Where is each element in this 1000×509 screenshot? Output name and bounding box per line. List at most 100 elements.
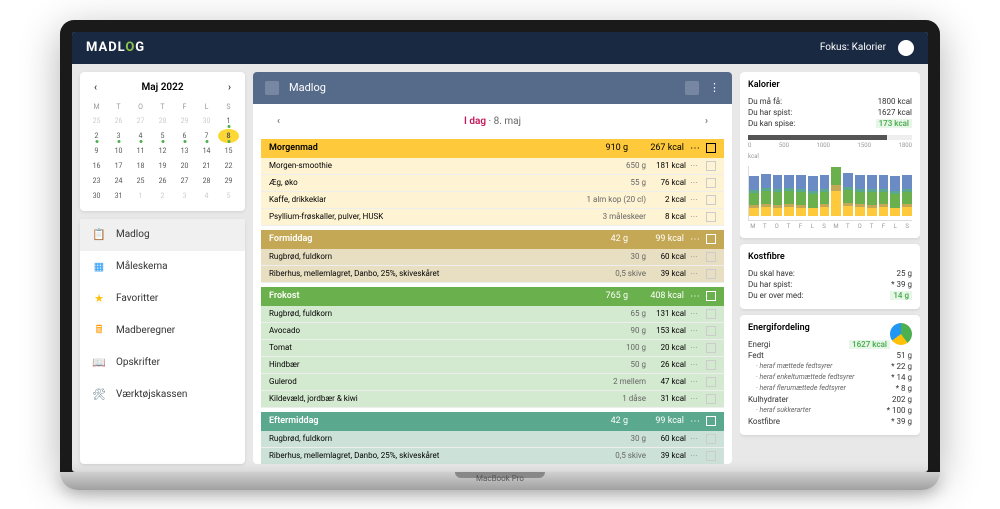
meal-header[interactable]: Eftermiddag42 g99 kcal⋯: [261, 412, 724, 431]
food-menu-icon[interactable]: ⋯: [686, 252, 702, 261]
cal-day[interactable]: 2: [86, 129, 107, 143]
cal-day[interactable]: 6: [174, 129, 195, 143]
meal-header[interactable]: Frokost765 g408 kcal⋯: [261, 287, 724, 306]
cal-day[interactable]: 17: [108, 159, 129, 173]
nav-item-favoritter[interactable]: ★Favoritter: [80, 283, 245, 315]
food-row[interactable]: Rugbrød, fuldkorn30 g60 kcal⋯: [261, 249, 724, 266]
meal-header[interactable]: Formiddag42 g99 kcal⋯: [261, 230, 724, 249]
cal-day[interactable]: 22: [218, 159, 239, 173]
meal-menu-icon[interactable]: ⋯: [690, 234, 700, 245]
cal-day[interactable]: 4: [130, 129, 151, 143]
cal-day[interactable]: 25: [130, 174, 151, 188]
food-menu-icon[interactable]: ⋯: [686, 451, 702, 460]
food-menu-icon[interactable]: ⋯: [686, 178, 702, 187]
food-row[interactable]: Avocado90 g153 kcal⋯: [261, 323, 724, 340]
cal-day[interactable]: 7: [196, 129, 217, 143]
cal-day[interactable]: 30: [196, 114, 217, 128]
cal-day[interactable]: 26: [108, 114, 129, 128]
date-next[interactable]: ›: [697, 112, 716, 131]
food-menu-icon[interactable]: ⋯: [686, 309, 702, 318]
cal-day[interactable]: 13: [174, 144, 195, 158]
food-row[interactable]: Æg, øko55 g76 kcal⋯: [261, 175, 724, 192]
cal-day[interactable]: 24: [108, 174, 129, 188]
cal-day[interactable]: 16: [86, 159, 107, 173]
food-checkbox[interactable]: [706, 178, 716, 188]
food-row[interactable]: Kaffe, drikkeklar1 alm kop (20 cl)2 kcal…: [261, 192, 724, 209]
food-row[interactable]: Kildevæld, jordbær & kiwi1 dåse31 kcal⋯: [261, 391, 724, 408]
cal-next[interactable]: ›: [224, 80, 235, 95]
meal-copy-icon[interactable]: [706, 143, 716, 153]
food-checkbox[interactable]: [706, 360, 716, 370]
cal-day[interactable]: 14: [196, 144, 217, 158]
food-checkbox[interactable]: [706, 161, 716, 171]
food-menu-icon[interactable]: ⋯: [686, 326, 702, 335]
food-row[interactable]: Hindbær50 g26 kcal⋯: [261, 357, 724, 374]
food-menu-icon[interactable]: ⋯: [686, 212, 702, 221]
cal-day[interactable]: 30: [86, 189, 107, 203]
meal-header[interactable]: Morgenmad910 g267 kcal⋯: [261, 139, 724, 158]
food-row[interactable]: Tomat100 g20 kcal⋯: [261, 340, 724, 357]
cal-day[interactable]: 1: [130, 189, 151, 203]
export-icon[interactable]: [685, 81, 699, 95]
food-row[interactable]: Psyllium-frøskaller, pulver, HUSK3 måles…: [261, 209, 724, 226]
cal-day[interactable]: 23: [86, 174, 107, 188]
cal-day[interactable]: 4: [196, 189, 217, 203]
cal-day[interactable]: 5: [152, 129, 173, 143]
food-menu-icon[interactable]: ⋯: [686, 394, 702, 403]
cal-day[interactable]: 20: [174, 159, 195, 173]
meal-menu-icon[interactable]: ⋯: [690, 143, 700, 154]
meal-copy-icon[interactable]: [706, 291, 716, 301]
food-checkbox[interactable]: [706, 451, 716, 461]
food-menu-icon[interactable]: ⋯: [686, 343, 702, 352]
food-checkbox[interactable]: [706, 252, 716, 262]
cal-day[interactable]: 29: [174, 114, 195, 128]
meal-menu-icon[interactable]: ⋯: [690, 291, 700, 302]
meal-menu-icon[interactable]: ⋯: [690, 416, 700, 427]
food-menu-icon[interactable]: ⋯: [686, 434, 702, 443]
food-row[interactable]: Morgen-smoothie650 g181 kcal⋯: [261, 158, 724, 175]
food-checkbox[interactable]: [706, 434, 716, 444]
food-menu-icon[interactable]: ⋯: [686, 360, 702, 369]
cal-day[interactable]: 28: [152, 114, 173, 128]
menu-icon[interactable]: ⋮: [709, 81, 720, 94]
food-checkbox[interactable]: [706, 326, 716, 336]
cal-day[interactable]: 9: [86, 144, 107, 158]
nav-item-måleskema[interactable]: ▦Måleskema: [80, 251, 245, 283]
food-row[interactable]: Rugbrød, fuldkorn65 g131 kcal⋯: [261, 306, 724, 323]
food-checkbox[interactable]: [706, 394, 716, 404]
cal-day[interactable]: 8: [218, 129, 239, 143]
food-checkbox[interactable]: [706, 195, 716, 205]
cal-day[interactable]: 25: [86, 114, 107, 128]
food-checkbox[interactable]: [706, 377, 716, 387]
date-prev[interactable]: ‹: [269, 112, 288, 131]
food-row[interactable]: Riberhus, mellemlagret, Danbo, 25%, skiv…: [261, 448, 724, 464]
user-icon[interactable]: [898, 40, 914, 56]
food-menu-icon[interactable]: ⋯: [686, 377, 702, 386]
meal-copy-icon[interactable]: [706, 234, 716, 244]
food-row[interactable]: Riberhus, mellemlagret, Danbo, 25%, skiv…: [261, 266, 724, 283]
cal-day[interactable]: 21: [196, 159, 217, 173]
nav-item-madberegner[interactable]: 🖩Madberegner: [80, 315, 245, 347]
cal-prev[interactable]: ‹: [90, 80, 101, 95]
meal-copy-icon[interactable]: [706, 416, 716, 426]
nav-item-værktøjskassen[interactable]: 🛠Værktøjskassen: [80, 379, 245, 411]
nav-item-madlog[interactable]: 📋Madlog: [80, 219, 245, 251]
food-menu-icon[interactable]: ⋯: [686, 195, 702, 204]
cal-day[interactable]: 3: [174, 189, 195, 203]
cal-day[interactable]: 28: [196, 174, 217, 188]
cal-day[interactable]: 19: [152, 159, 173, 173]
focus-label[interactable]: Fokus: Kalorier: [820, 42, 886, 53]
cal-day[interactable]: 10: [108, 144, 129, 158]
cal-day[interactable]: 15: [218, 144, 239, 158]
cal-day[interactable]: 27: [174, 174, 195, 188]
cal-day[interactable]: 11: [130, 144, 151, 158]
today-label[interactable]: I dag: [464, 116, 486, 127]
food-checkbox[interactable]: [706, 212, 716, 222]
cal-day[interactable]: 26: [152, 174, 173, 188]
cal-day[interactable]: 2: [152, 189, 173, 203]
cal-day[interactable]: 1: [218, 114, 239, 128]
cal-day[interactable]: 5: [218, 189, 239, 203]
cal-day[interactable]: 29: [218, 174, 239, 188]
food-menu-icon[interactable]: ⋯: [686, 269, 702, 278]
food-row[interactable]: Gulerod2 mellem47 kcal⋯: [261, 374, 724, 391]
